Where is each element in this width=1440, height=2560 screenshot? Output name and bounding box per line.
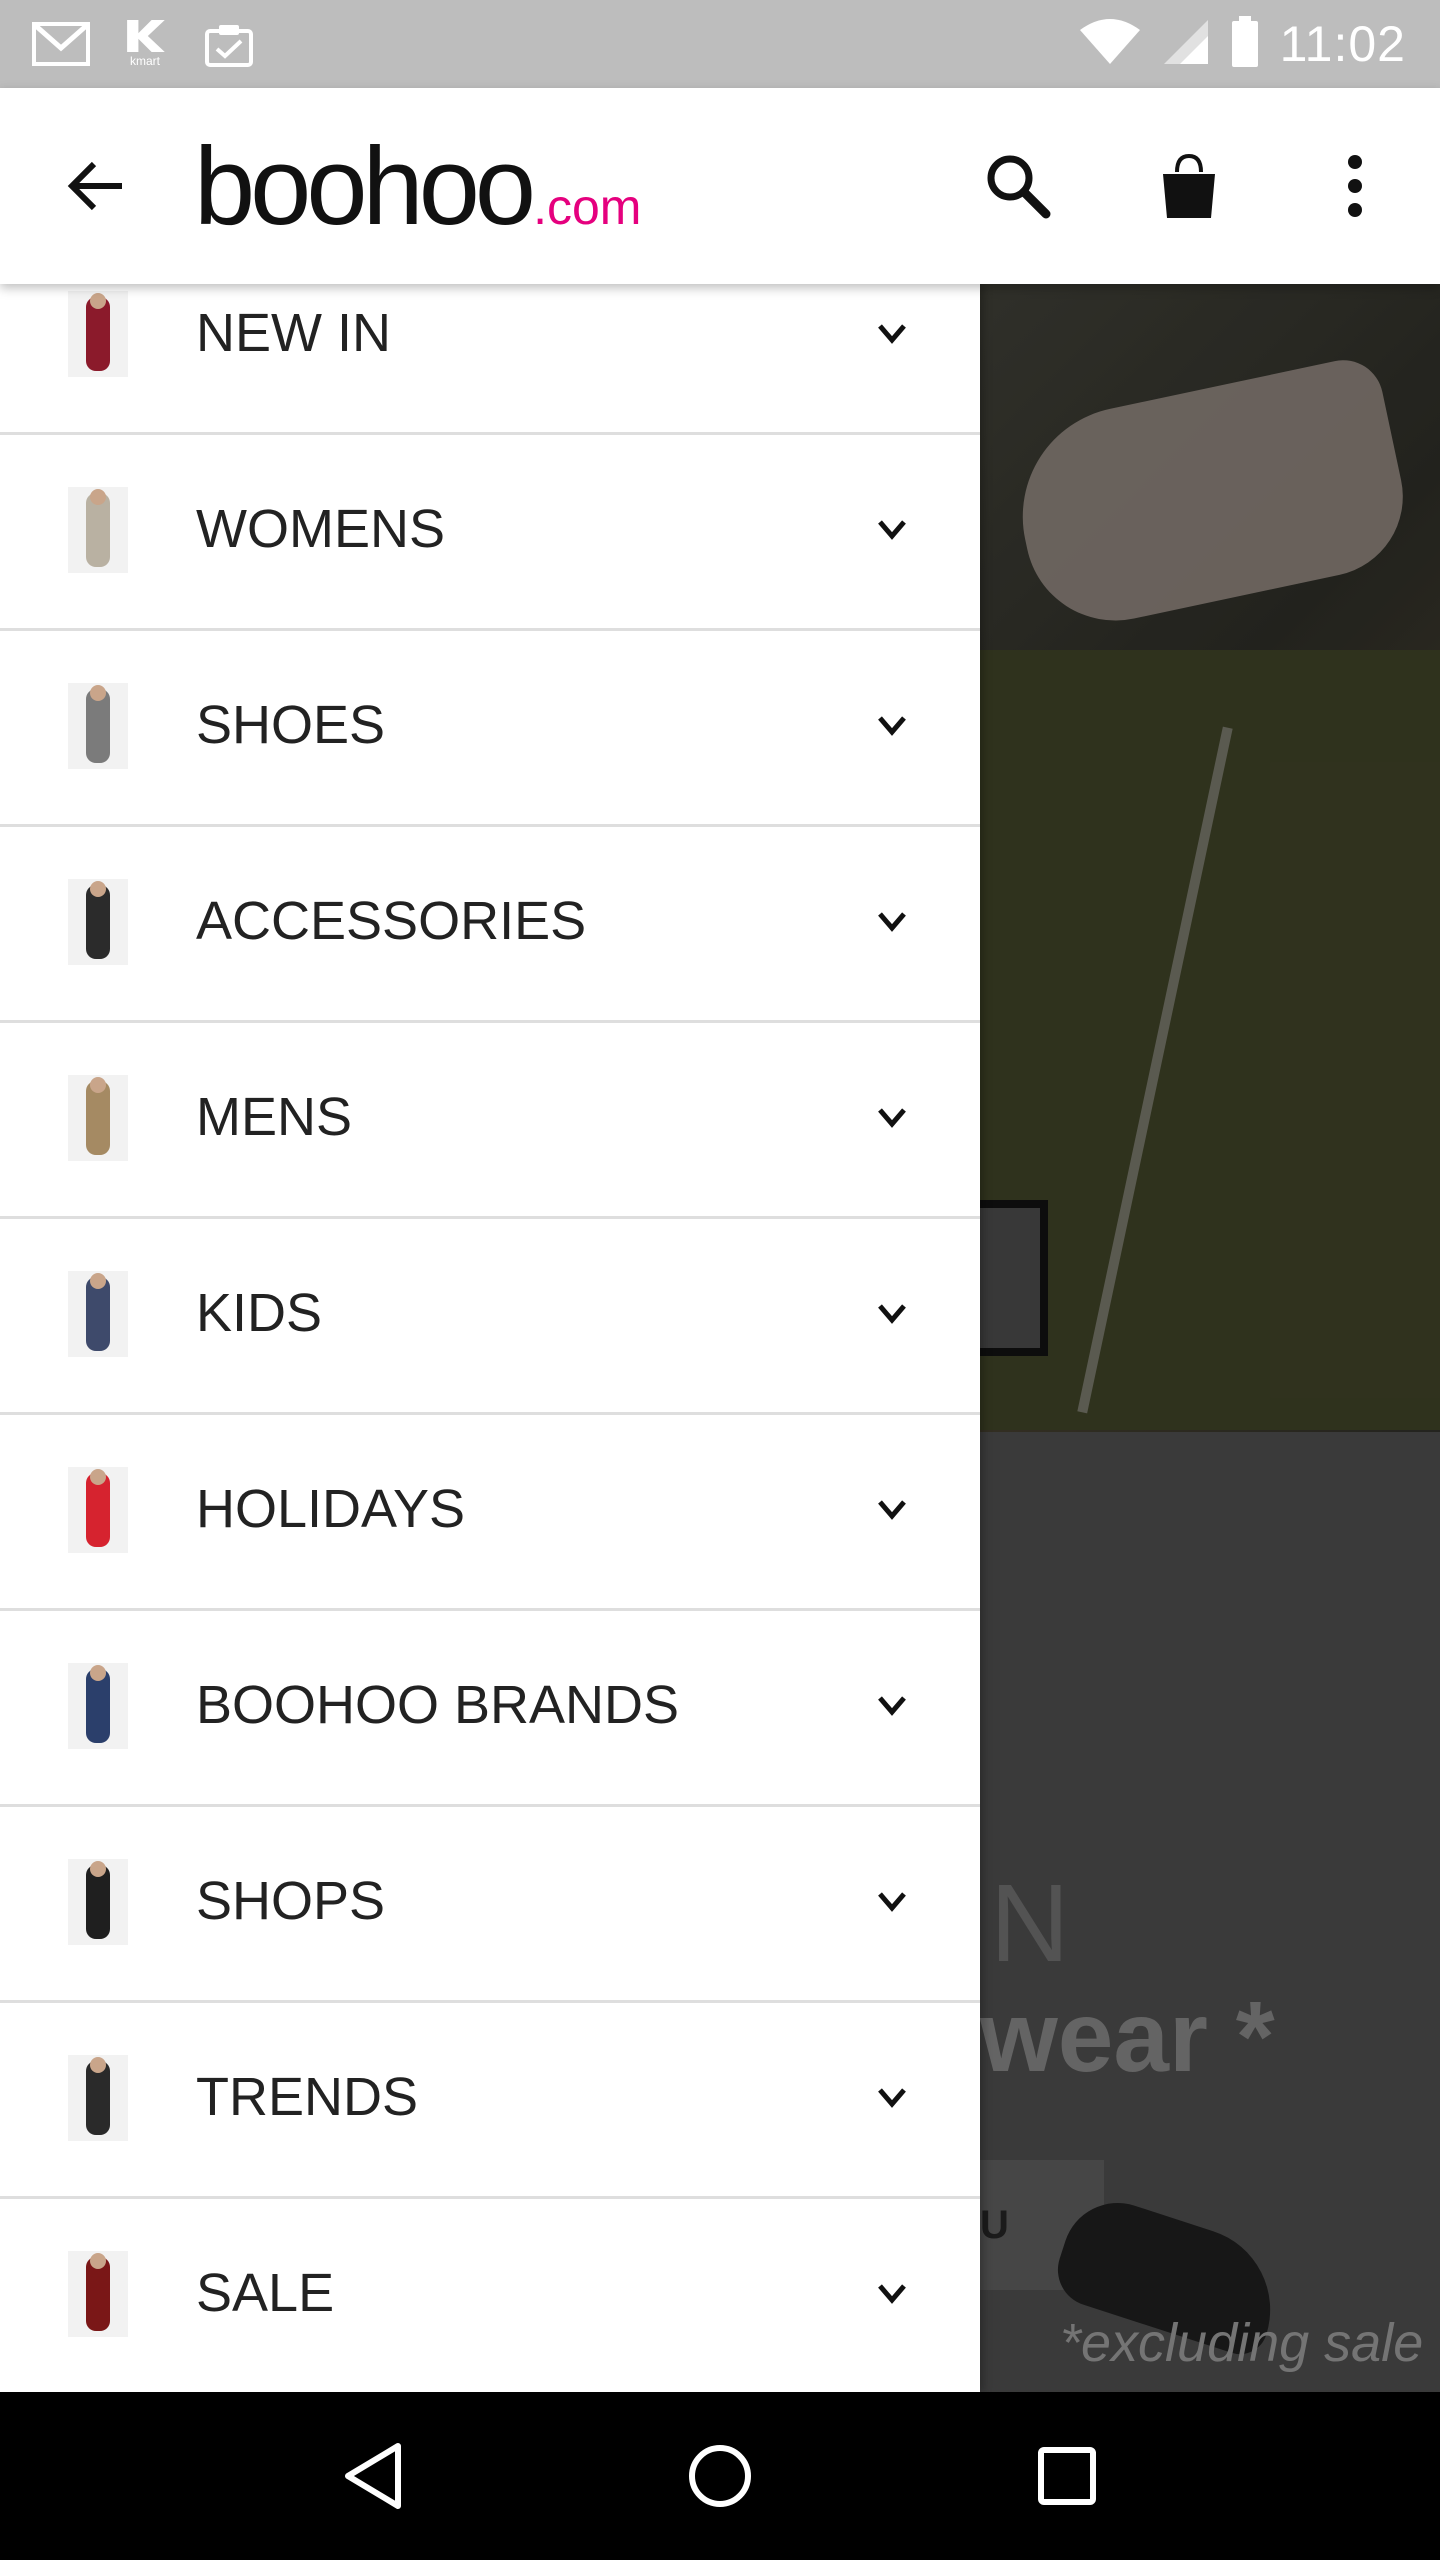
more-vert-icon	[1348, 155, 1362, 217]
menu-item-label: KIDS	[196, 1283, 323, 1343]
chevron-down-icon[interactable]	[872, 1490, 912, 1530]
search-icon	[987, 155, 1051, 219]
logo-domain-text: .com	[533, 179, 642, 235]
status-bar: kmart 11:02	[0, 0, 1440, 88]
category-thumbnail	[68, 2251, 128, 2337]
menu-item-label: ACCESSORIES	[196, 891, 587, 951]
navigation-drawer: NEW IN WOMENS SHOES ACCESSORIES MENS KIDS HOLI…	[0, 284, 980, 2392]
menu-item-holidays[interactable]: HOLIDAYS	[0, 1412, 980, 1611]
menu-item-label: SHOES	[196, 695, 386, 755]
chevron-down-icon[interactable]	[872, 1294, 912, 1334]
app-bar: boohoo .com	[0, 88, 1440, 284]
logo-main-text: boohoo	[194, 125, 536, 248]
chevron-down-icon[interactable]	[872, 314, 912, 354]
drawer-scrim[interactable]	[980, 284, 1440, 2392]
back-triangle-icon	[345, 2443, 402, 2509]
menu-item-label: SALE	[196, 2263, 335, 2323]
gmail-icon	[32, 20, 90, 68]
back-button[interactable]	[26, 88, 166, 284]
category-thumbnail	[68, 1467, 128, 1553]
menu-item-trends[interactable]: TRENDS	[0, 2000, 980, 2199]
category-thumbnail	[68, 2055, 128, 2141]
category-thumbnail	[68, 1075, 128, 1161]
search-button[interactable]	[948, 88, 1088, 284]
status-time: 11:02	[1279, 16, 1406, 72]
category-thumbnail	[68, 291, 128, 377]
chevron-down-icon[interactable]	[872, 902, 912, 942]
menu-item-shops[interactable]: SHOPS	[0, 1804, 980, 2003]
menu-item-new-in[interactable]: NEW IN	[0, 284, 980, 435]
chevron-down-icon[interactable]	[872, 510, 912, 550]
system-nav-bar	[0, 2392, 1440, 2560]
recents-square-icon	[1037, 2447, 1096, 2505]
wifi-icon	[1078, 18, 1142, 70]
menu-item-accessories[interactable]: ACCESSORIES	[0, 824, 980, 1023]
category-thumbnail	[68, 487, 128, 573]
chevron-down-icon[interactable]	[872, 1098, 912, 1138]
menu-item-boohoo-brands[interactable]: BOOHOO BRANDS	[0, 1608, 980, 1807]
category-thumbnail	[68, 879, 128, 965]
chevron-down-icon[interactable]	[872, 706, 912, 746]
menu-item-label: HOLIDAYS	[196, 1479, 466, 1539]
category-thumbnail	[68, 683, 128, 769]
category-thumbnail	[68, 1859, 128, 1945]
nav-back-button[interactable]	[313, 2416, 433, 2536]
chevron-down-icon[interactable]	[872, 1882, 912, 1922]
clipboard-check-icon	[200, 20, 258, 68]
menu-item-mens[interactable]: MENS	[0, 1020, 980, 1219]
menu-item-womens[interactable]: WOMENS	[0, 432, 980, 631]
kmart-icon: kmart	[116, 20, 174, 68]
menu-item-label: NEW IN	[196, 303, 391, 363]
menu-item-sale[interactable]: SALE	[0, 2196, 980, 2392]
chevron-down-icon[interactable]	[872, 2078, 912, 2118]
category-thumbnail	[68, 1271, 128, 1357]
boohoo-logo[interactable]: boohoo .com	[194, 132, 641, 242]
category-thumbnail	[68, 1663, 128, 1749]
home-circle-icon	[688, 2445, 751, 2507]
menu-item-label: MENS	[196, 1087, 353, 1147]
nav-home-button[interactable]	[660, 2416, 780, 2536]
menu-item-label: TRENDS	[196, 2067, 419, 2127]
more-options-button[interactable]	[1285, 88, 1425, 284]
shopping-bag-button[interactable]	[1119, 88, 1259, 284]
menu-item-label: BOOHOO BRANDS	[196, 1675, 680, 1735]
menu-item-label: SHOPS	[196, 1871, 386, 1931]
shopping-bag-icon	[1163, 153, 1215, 218]
back-arrow-icon	[67, 161, 122, 211]
chevron-down-icon[interactable]	[872, 1686, 912, 1726]
menu-item-shoes[interactable]: SHOES	[0, 628, 980, 827]
battery-icon	[1230, 16, 1260, 72]
chevron-down-icon[interactable]	[872, 2274, 912, 2314]
menu-item-label: WOMENS	[196, 499, 445, 559]
signal-icon	[1162, 18, 1210, 70]
menu-item-kids[interactable]: KIDS	[0, 1216, 980, 1415]
nav-recents-button[interactable]	[1007, 2416, 1127, 2536]
